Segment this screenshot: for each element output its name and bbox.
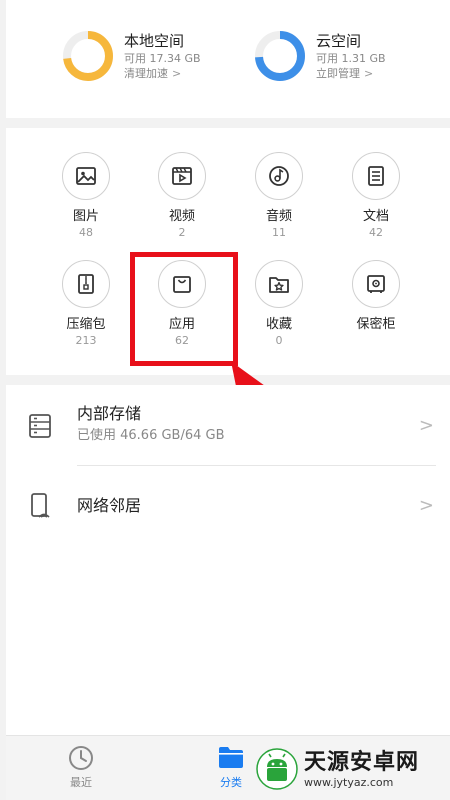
storage-icon (29, 414, 51, 438)
android-robot-logo-icon (256, 748, 298, 790)
internal-storage-row[interactable]: 内部存储 已使用 46.66 GB/64 GB > (6, 399, 450, 461)
folder-icon (219, 747, 243, 768)
category-label: 收藏 (265, 317, 292, 332)
zip-icon (62, 260, 110, 308)
network-device-icon (31, 493, 50, 518)
cloud-storage-ring-icon (255, 31, 305, 81)
category-videos[interactable]: 视频 2 (142, 152, 222, 240)
network-neighbor-row[interactable]: 网络邻居 > (6, 481, 450, 535)
storage-location-list: 内部存储 已使用 46.66 GB/64 GB > 网络邻居 > (6, 385, 450, 735)
tab-category[interactable]: 分类 (201, 744, 261, 790)
watermark-url: www.jytyaz.com (304, 775, 394, 789)
star-folder-icon (255, 260, 303, 308)
chevron-right-icon: > (418, 415, 434, 436)
clock-icon (69, 746, 93, 770)
category-count: 48 (79, 226, 93, 239)
category-safe[interactable]: 保密柜 (336, 260, 416, 334)
manage-now-link[interactable]: 立即管理 > (316, 66, 386, 81)
clean-speedup-link[interactable]: 清理加速 > (124, 66, 201, 81)
network-neighbor-title: 网络邻居 (77, 496, 142, 515)
watermark-site-name: 天源安卓网 (304, 749, 420, 775)
category-count: 2 (178, 226, 186, 239)
category-images[interactable]: 图片 48 (46, 152, 126, 240)
music-icon (255, 152, 303, 200)
category-label: 文档 (362, 209, 389, 224)
category-count: 213 (75, 334, 97, 347)
cloud-storage-item[interactable]: 云空间 可用 1.31 GB 立即管理 > (254, 30, 386, 82)
chevron-right-icon: > (364, 67, 374, 80)
category-count: 62 (175, 334, 189, 347)
bag-icon (158, 260, 206, 308)
manage-now-label: 立即管理 (316, 67, 360, 80)
tab-category-label: 分类 (220, 776, 242, 789)
document-icon (352, 152, 400, 200)
category-audio[interactable]: 音频 11 (239, 152, 319, 240)
tab-recent-label: 最近 (70, 776, 92, 789)
category-label: 音频 (265, 209, 292, 224)
local-storage-title: 本地空间 (124, 32, 185, 50)
cloud-storage-title: 云空间 (316, 32, 362, 50)
storage-summary-card: 本地空间 可用 17.34 GB 清理加速 > 云空间 可用 1.31 GB 立即… (6, 0, 450, 118)
cloud-storage-available: 可用 1.31 GB (316, 52, 386, 65)
watermark: 天源安卓网 www.jytyaz.com (256, 748, 419, 790)
category-count: 11 (272, 226, 286, 239)
category-label: 保密柜 (356, 317, 396, 332)
local-storage-item[interactable]: 本地空间 可用 17.34 GB 清理加速 > (62, 30, 201, 82)
chevron-right-icon: > (418, 495, 434, 516)
local-storage-ring-icon (63, 31, 113, 81)
category-label: 视频 (168, 209, 195, 224)
category-label: 应用 (168, 317, 195, 332)
internal-storage-usage: 已使用 46.66 GB/64 GB (77, 428, 225, 443)
internal-storage-title: 内部存储 (77, 404, 142, 423)
safe-icon (352, 260, 400, 308)
video-icon (158, 152, 206, 200)
category-label: 图片 (72, 209, 99, 224)
local-storage-available: 可用 17.34 GB (124, 52, 201, 65)
category-favorites[interactable]: 收藏 0 (239, 260, 319, 348)
category-grid: 图片 48 视频 2 音频 11 文档 42 压缩包 213 应用 62 收藏 … (6, 128, 450, 375)
category-count: 42 (369, 226, 383, 239)
image-icon (62, 152, 110, 200)
category-documents[interactable]: 文档 42 (336, 152, 416, 240)
list-divider (77, 465, 436, 466)
category-apps[interactable]: 应用 62 (142, 260, 222, 348)
tab-recent[interactable]: 最近 (51, 744, 111, 790)
category-archives[interactable]: 压缩包 213 (46, 260, 126, 348)
clean-speedup-label: 清理加速 (124, 67, 168, 80)
category-count: 0 (275, 334, 283, 347)
chevron-right-icon: > (172, 67, 182, 80)
category-label: 压缩包 (66, 317, 106, 332)
